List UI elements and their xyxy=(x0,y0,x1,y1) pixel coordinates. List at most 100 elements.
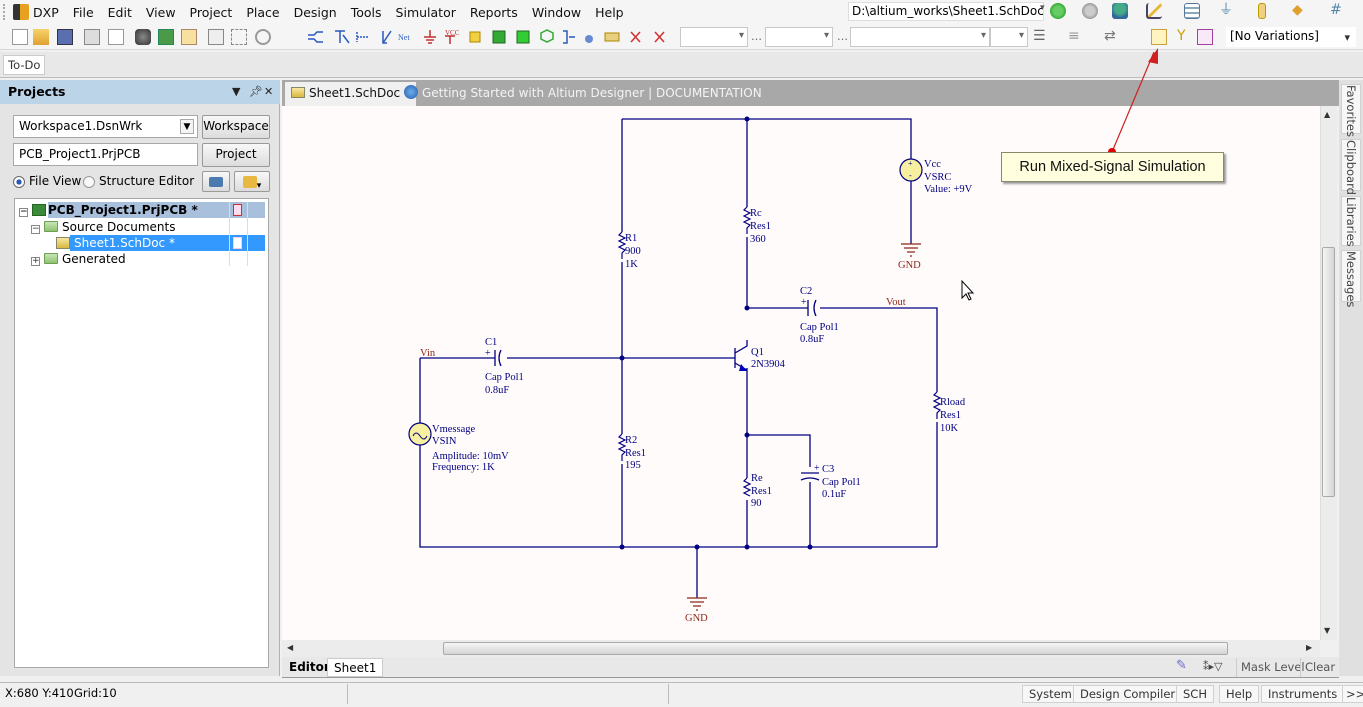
workspace-dropdown-icon[interactable]: ▼ xyxy=(180,119,194,134)
line-style-icon[interactable]: ☰ xyxy=(1033,28,1046,44)
scroll-left-icon[interactable]: ◀ xyxy=(287,643,293,652)
excel-export-icon[interactable] xyxy=(1197,29,1213,45)
compile-button[interactable] xyxy=(202,171,230,192)
scroll-right-icon[interactable]: ▶ xyxy=(1306,643,1312,652)
collapse-icon[interactable]: − xyxy=(19,208,28,217)
clear-all-icon[interactable] xyxy=(654,31,665,43)
home-icon[interactable] xyxy=(1112,3,1128,19)
side-tab-messages[interactable]: Messages xyxy=(1341,250,1361,307)
status-help-button[interactable]: Help xyxy=(1219,685,1260,703)
grid-icon[interactable]: # xyxy=(1330,3,1346,19)
bus-entry-icon[interactable] xyxy=(356,32,369,42)
tab-documentation[interactable]: Getting Started with Altium Designer | D… xyxy=(398,82,768,106)
back-icon[interactable] xyxy=(1050,3,1066,19)
tree-item-project[interactable]: − PCB_Project1.PrjPCB * xyxy=(19,202,198,218)
zoom-fit-icon[interactable] xyxy=(208,29,224,45)
todo-tab[interactable]: To-Do xyxy=(3,55,46,75)
menu-design[interactable]: Design xyxy=(287,5,344,20)
menu-window[interactable]: Window xyxy=(525,5,588,20)
forward-icon[interactable] xyxy=(1082,3,1098,19)
tab-sheet1[interactable]: Sheet1 xyxy=(327,658,384,677)
side-tab-libraries[interactable]: Libraries xyxy=(1341,196,1361,247)
menu-file[interactable]: File xyxy=(66,5,101,20)
port-icon[interactable] xyxy=(585,35,593,43)
sheet-symbol-icon[interactable] xyxy=(492,30,506,44)
print-icon[interactable] xyxy=(84,29,100,45)
scroll-down-icon[interactable]: ▼ xyxy=(1324,626,1330,635)
menu-dxp[interactable]: DXP xyxy=(33,5,66,20)
align-icon[interactable] xyxy=(1184,3,1200,19)
tree-item-generated[interactable]: + Generated xyxy=(31,251,126,267)
tab-sheet1-schdoc[interactable]: Sheet1.SchDoc * xyxy=(285,82,416,106)
gnd-icon[interactable] xyxy=(424,30,436,44)
side-tab-clipboard[interactable]: Clipboard xyxy=(1341,139,1361,195)
file-view-radio[interactable] xyxy=(13,176,25,188)
probe-icon[interactable]: Y xyxy=(1177,28,1186,44)
no-erc-icon[interactable] xyxy=(630,31,641,43)
project-button[interactable]: Project xyxy=(202,143,270,167)
horizontal-scroll-thumb[interactable] xyxy=(443,642,1228,655)
collapse-icon[interactable]: − xyxy=(31,225,40,234)
new-doc-icon[interactable] xyxy=(12,29,28,45)
filter-combo-2[interactable] xyxy=(765,27,833,47)
mask-level-button[interactable]: Mask Level xyxy=(1236,658,1309,677)
scroll-up-icon[interactable]: ▲ xyxy=(1324,110,1330,119)
status-more-button[interactable]: >> xyxy=(1342,685,1363,703)
menu-view[interactable]: View xyxy=(139,5,183,20)
toolbar-grip[interactable] xyxy=(3,4,7,20)
workspace-button[interactable]: Workspace xyxy=(202,115,270,139)
tree-item-source-documents[interactable]: − Source Documents xyxy=(31,219,175,235)
status-design-compiler-button[interactable]: Design Compiler xyxy=(1073,685,1183,703)
menu-help[interactable]: Help xyxy=(588,5,631,20)
menu-edit[interactable]: Edit xyxy=(101,5,139,20)
bus-icon[interactable] xyxy=(335,30,350,44)
part-place-icon[interactable] xyxy=(469,31,481,43)
expand-icon[interactable]: + xyxy=(31,257,40,266)
path-dropdown-icon[interactable]: ▾ xyxy=(1040,3,1045,13)
zoom-select-icon[interactable] xyxy=(255,29,271,45)
zoom-area-icon[interactable] xyxy=(231,29,247,45)
menu-reports[interactable]: Reports xyxy=(463,5,525,20)
swap-icon[interactable]: ⇄ xyxy=(1104,28,1116,44)
clear-filter-brush-icon[interactable]: ✎ xyxy=(1176,658,1194,676)
menu-simulator[interactable]: Simulator xyxy=(389,5,463,20)
menu-tools[interactable]: Tools xyxy=(344,5,389,20)
workspace-select[interactable]: Workspace1.DsnWrk xyxy=(13,115,198,138)
save-icon[interactable] xyxy=(57,29,73,45)
filter-combo-3[interactable] xyxy=(850,27,990,47)
schematic-canvas[interactable] xyxy=(282,106,1320,640)
wire-icon[interactable] xyxy=(308,31,323,43)
structure-editor-radio[interactable] xyxy=(83,176,95,188)
net-label-icon[interactable]: Net xyxy=(398,33,410,42)
line-dash-icon[interactable]: ≡ xyxy=(1068,28,1080,44)
side-tab-favorites[interactable]: Favorites xyxy=(1341,84,1361,137)
vertical-scroll-thumb[interactable] xyxy=(1322,247,1335,497)
part-icon[interactable] xyxy=(1258,3,1266,19)
sheet-icon[interactable] xyxy=(181,29,197,45)
power-port-icon[interactable]: ⏚ xyxy=(1218,3,1234,19)
pcb-icon[interactable] xyxy=(158,29,174,45)
component-icon[interactable] xyxy=(135,29,151,45)
panel-menu-icon[interactable]: ▼ xyxy=(232,80,240,104)
status-sch-button[interactable]: SCH xyxy=(1176,685,1214,703)
filter-combo-1[interactable] xyxy=(680,27,748,47)
filter-combo-4[interactable] xyxy=(990,27,1028,47)
harness-icon[interactable] xyxy=(563,30,575,44)
net-icon[interactable] xyxy=(382,30,392,44)
measure-icon[interactable] xyxy=(1146,3,1162,19)
filter-icon[interactable]: ⁑▸▽ xyxy=(1203,660,1222,673)
menu-place[interactable]: Place xyxy=(239,5,286,20)
tree-item-sheet1[interactable]: Sheet1.SchDoc * xyxy=(56,235,175,251)
directive-icon[interactable] xyxy=(604,32,620,42)
status-system-button[interactable]: System xyxy=(1022,685,1079,703)
document-path-field[interactable]: D:\altium_works\Sheet1.SchDoc?Le xyxy=(848,2,1044,21)
panel-pin-icon[interactable]: 📌︎ xyxy=(249,80,263,104)
status-instruments-button[interactable]: Instruments xyxy=(1261,685,1345,703)
device-sheet-icon[interactable] xyxy=(540,29,554,43)
print-preview-icon[interactable] xyxy=(108,29,124,45)
project-options-button[interactable]: ▾ xyxy=(234,171,270,192)
junction-icon[interactable]: ◆ xyxy=(1292,3,1308,19)
menu-project[interactable]: Project xyxy=(183,5,240,20)
clear-button[interactable]: Clear xyxy=(1300,658,1339,677)
run-simulation-icon[interactable] xyxy=(1151,29,1167,45)
